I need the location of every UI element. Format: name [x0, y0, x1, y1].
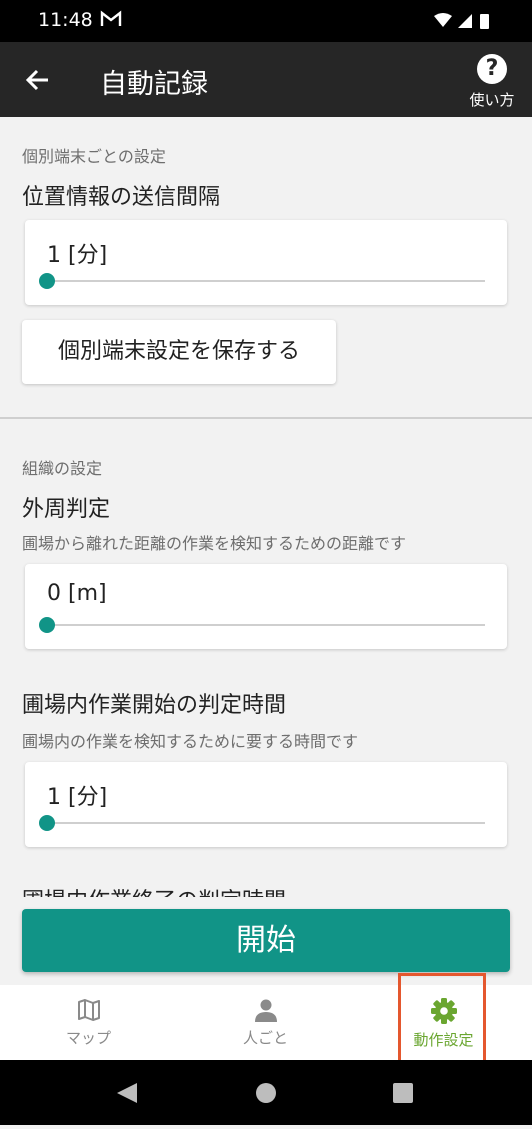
settings-content[interactable]: 個別端末ごとの設定 位置情報の送信間隔 1 [分] 個別端末設定を保存する 組織…	[0, 117, 532, 897]
system-recents-icon[interactable]	[393, 1083, 413, 1103]
interval-title: 位置情報の送信間隔	[22, 185, 221, 210]
back-arrow-icon[interactable]	[22, 64, 54, 96]
interval-slider[interactable]	[39, 273, 485, 289]
end-time-title: 圃場内作業終了の判定時間	[22, 883, 286, 897]
nav-item-map[interactable]: マップ	[0, 985, 177, 1060]
help-icon: ?	[477, 54, 507, 84]
save-individual-settings-button[interactable]: 個別端末設定を保存する	[22, 320, 336, 384]
section-divider	[0, 417, 532, 419]
start-time-value: 1 [分]	[47, 785, 108, 810]
page-title: 自動記録	[100, 69, 208, 100]
start-time-description: 圃場内の作業を検知するために要する時間です	[22, 732, 359, 751]
perimeter-slider-card: 0 [m]	[25, 564, 507, 649]
highlight-box	[398, 973, 486, 1071]
perimeter-title: 外周判定	[22, 497, 111, 522]
nav-item-person[interactable]: 人ごと	[177, 985, 354, 1060]
perimeter-value: 0 [m]	[47, 581, 107, 606]
start-time-slider-thumb[interactable]	[39, 815, 55, 831]
system-home-icon[interactable]	[256, 1083, 276, 1103]
interval-slider-card: 1 [分]	[25, 220, 507, 305]
status-icons	[434, 13, 489, 29]
system-back-icon[interactable]	[117, 1083, 137, 1103]
nav-label-person: 人ごと	[242, 1029, 288, 1047]
gmail-icon	[100, 10, 122, 26]
signal-icon	[458, 14, 472, 28]
interval-value: 1 [分]	[47, 243, 108, 268]
start-time-title: 圃場内作業開始の判定時間	[22, 693, 287, 718]
section-label-organization: 組織の設定	[22, 459, 103, 478]
start-button[interactable]: 開始	[22, 909, 510, 972]
app-bar: 自動記録 ? 使い方	[0, 42, 532, 117]
perimeter-slider[interactable]	[39, 617, 485, 633]
map-icon	[77, 999, 100, 1021]
help-label: 使い方	[469, 91, 515, 109]
perimeter-slider-thumb[interactable]	[39, 617, 55, 633]
start-button-area: 開始	[0, 897, 532, 985]
wifi-icon	[434, 13, 452, 27]
section-label-individual: 個別端末ごとの設定	[22, 147, 166, 166]
person-icon	[254, 999, 277, 1022]
nav-label-map: マップ	[65, 1029, 111, 1047]
system-nav-bar	[0, 1060, 532, 1125]
interval-slider-thumb[interactable]	[39, 273, 55, 289]
status-bar: 11:48	[0, 0, 532, 42]
start-time-slider-card: 1 [分]	[25, 762, 507, 847]
status-time: 11:48	[38, 9, 93, 31]
battery-icon	[480, 14, 489, 29]
start-time-slider[interactable]	[39, 815, 485, 831]
perimeter-description: 圃場から離れた距離の作業を検知するための距離です	[22, 534, 407, 553]
help-button[interactable]: ? 使い方	[462, 52, 522, 112]
